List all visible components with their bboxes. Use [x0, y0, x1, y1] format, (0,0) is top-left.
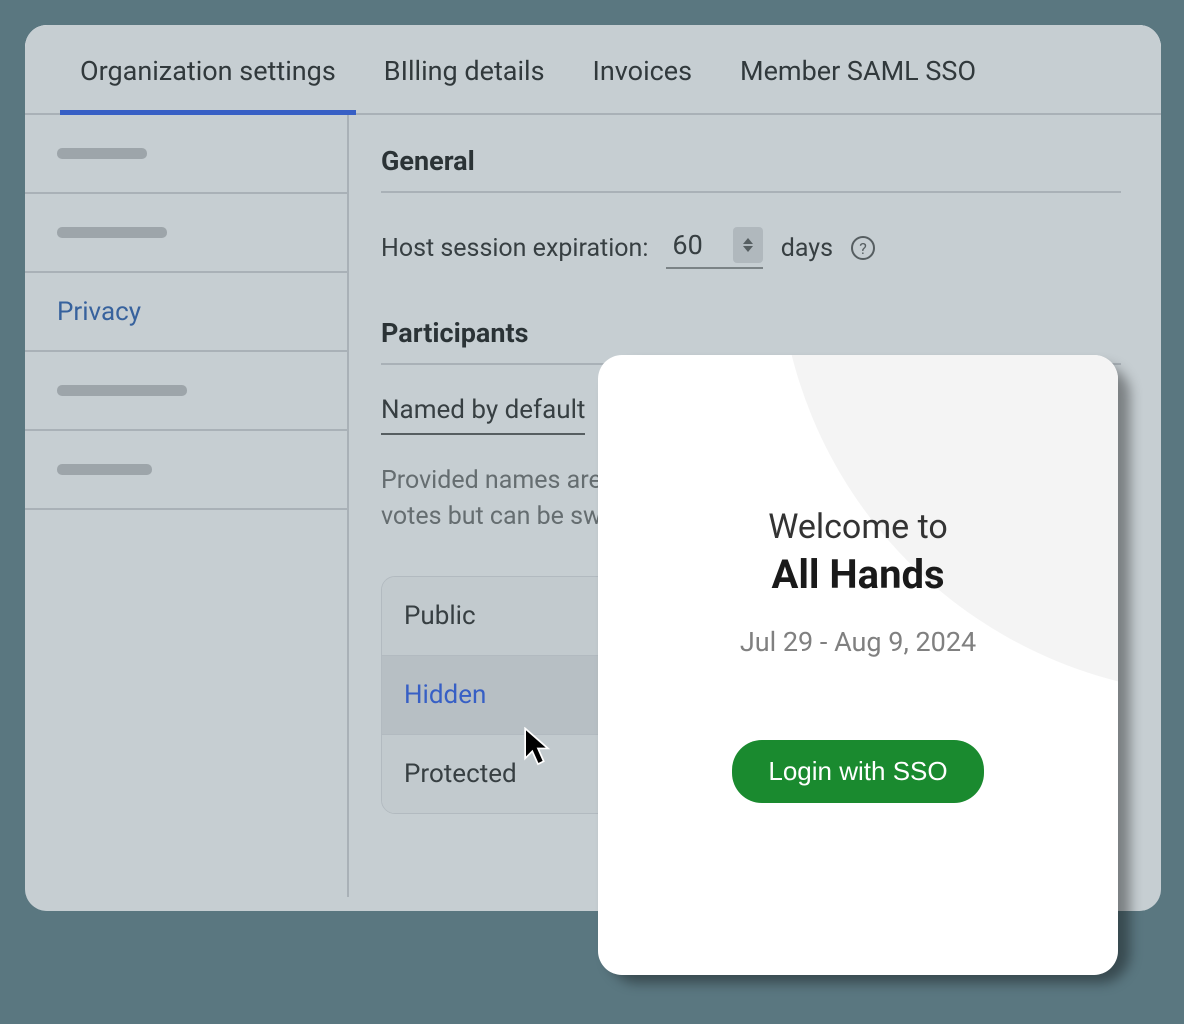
sidebar-item-skeleton — [57, 227, 167, 238]
login-sso-button[interactable]: Login with SSO — [732, 740, 983, 803]
sidebar-item-label: Privacy — [57, 297, 141, 327]
sidebar-item-skeleton — [57, 148, 147, 159]
host-session-label: Host session expiration: — [381, 234, 648, 263]
sidebar-item-privacy[interactable]: Privacy — [25, 273, 347, 352]
sidebar: Privacy — [25, 115, 349, 897]
sidebar-item-placeholder[interactable] — [25, 431, 347, 510]
chevron-down-icon[interactable] — [743, 246, 753, 252]
sidebar-item-placeholder[interactable] — [25, 194, 347, 273]
tab-billing-details[interactable]: BIlling details — [384, 55, 545, 113]
top-tabs: Organization settings BIlling details In… — [25, 25, 1161, 115]
sidebar-item-skeleton — [57, 385, 187, 396]
sidebar-item-skeleton — [57, 464, 152, 475]
participants-mode-select[interactable]: Named by default — [381, 395, 585, 435]
sidebar-item-placeholder[interactable] — [25, 352, 347, 431]
days-label: days — [781, 234, 833, 263]
quantity-stepper[interactable] — [733, 227, 763, 263]
modal-title: All Hands — [771, 551, 944, 598]
sidebar-item-placeholder[interactable] — [25, 115, 347, 194]
host-session-row: Host session expiration: 60 days ? — [381, 227, 1121, 269]
sso-modal: Welcome to All Hands Jul 29 - Aug 9, 202… — [598, 355, 1118, 975]
tab-invoices[interactable]: Invoices — [593, 55, 692, 113]
modal-date: Jul 29 - Aug 9, 2024 — [740, 626, 976, 658]
tab-member-saml-sso[interactable]: Member SAML SSO — [740, 55, 976, 113]
help-icon[interactable]: ? — [851, 236, 875, 260]
modal-welcome-text: Welcome to — [768, 507, 948, 547]
section-general-title: General — [381, 145, 1121, 193]
chevron-up-icon[interactable] — [743, 238, 753, 244]
host-session-input[interactable]: 60 — [666, 227, 762, 269]
host-session-value: 60 — [672, 229, 702, 261]
tab-organization-settings[interactable]: Organization settings — [80, 55, 336, 113]
